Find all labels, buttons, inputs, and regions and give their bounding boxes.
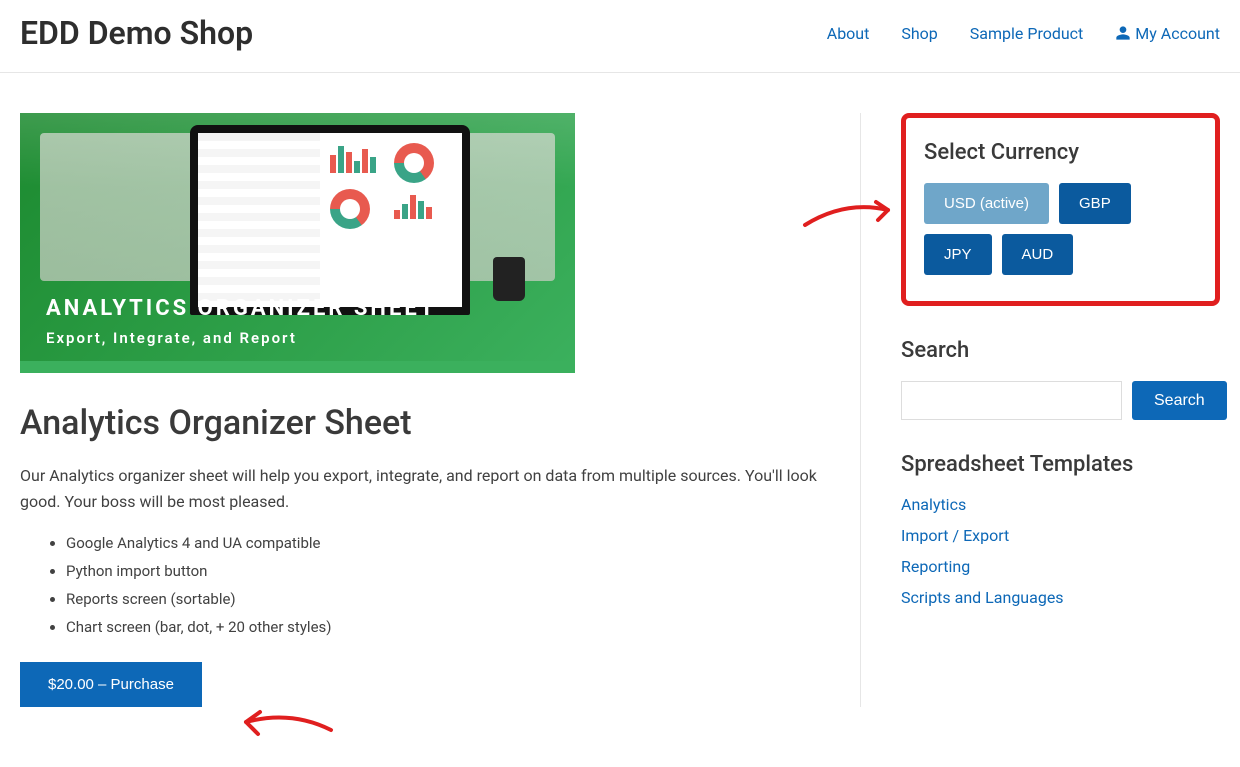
currency-usd-button[interactable]: USD (active): [924, 183, 1049, 224]
user-icon: [1115, 25, 1131, 41]
laptop-icon: [190, 125, 470, 315]
currency-aud-button[interactable]: AUD: [1002, 234, 1074, 275]
hero-title: ANALYTICS ORGANIZER SHEET: [46, 296, 437, 321]
currency-gbp-button[interactable]: GBP: [1059, 183, 1131, 224]
site-header: EDD Demo Shop About Shop Sample Product …: [0, 0, 1240, 73]
feature-item: Reports screen (sortable): [66, 590, 820, 608]
site-title[interactable]: EDD Demo Shop: [20, 14, 253, 52]
feature-list: Google Analytics 4 and UA compatible Pyt…: [20, 534, 820, 636]
template-link-reporting[interactable]: Reporting: [901, 557, 970, 576]
templates-widget: Spreadsheet Templates Analytics Import /…: [901, 452, 1220, 607]
search-widget: Search Search: [901, 338, 1220, 420]
feature-item: Python import button: [66, 562, 820, 580]
primary-nav: About Shop Sample Product My Account: [827, 24, 1220, 43]
search-input[interactable]: [901, 381, 1122, 420]
currency-options: USD (active) GBP JPY AUD: [924, 183, 1197, 275]
hero-subtitle: Export, Integrate, and Report: [46, 329, 297, 347]
currency-widget: Select Currency USD (active) GBP JPY AUD: [901, 113, 1220, 306]
template-link-analytics[interactable]: Analytics: [901, 495, 966, 514]
search-heading: Search: [901, 338, 1220, 363]
templates-list: Analytics Import / Export Reporting Scri…: [901, 495, 1220, 607]
search-button[interactable]: Search: [1132, 381, 1227, 420]
main-content: ANALYTICS ORGANIZER SHEET Export, Integr…: [20, 113, 820, 707]
nav-about[interactable]: About: [827, 24, 870, 43]
sidebar: Select Currency USD (active) GBP JPY AUD…: [860, 113, 1220, 707]
product-description: Our Analytics organizer sheet will help …: [20, 463, 820, 514]
templates-heading: Spreadsheet Templates: [901, 452, 1220, 477]
product-title: Analytics Organizer Sheet: [20, 403, 820, 443]
currency-heading: Select Currency: [924, 140, 1197, 165]
nav-sample-product[interactable]: Sample Product: [970, 24, 1084, 43]
nav-my-account[interactable]: My Account: [1115, 24, 1220, 43]
feature-item: Chart screen (bar, dot, + 20 other style…: [66, 618, 820, 636]
nav-shop[interactable]: Shop: [901, 24, 937, 43]
feature-item: Google Analytics 4 and UA compatible: [66, 534, 820, 552]
product-hero-image: ANALYTICS ORGANIZER SHEET Export, Integr…: [20, 113, 575, 373]
template-link-import-export[interactable]: Import / Export: [901, 526, 1009, 545]
template-link-scripts[interactable]: Scripts and Languages: [901, 588, 1064, 607]
currency-jpy-button[interactable]: JPY: [924, 234, 992, 275]
nav-my-account-label: My Account: [1135, 24, 1220, 43]
purchase-button[interactable]: $20.00 – Purchase: [20, 662, 202, 707]
